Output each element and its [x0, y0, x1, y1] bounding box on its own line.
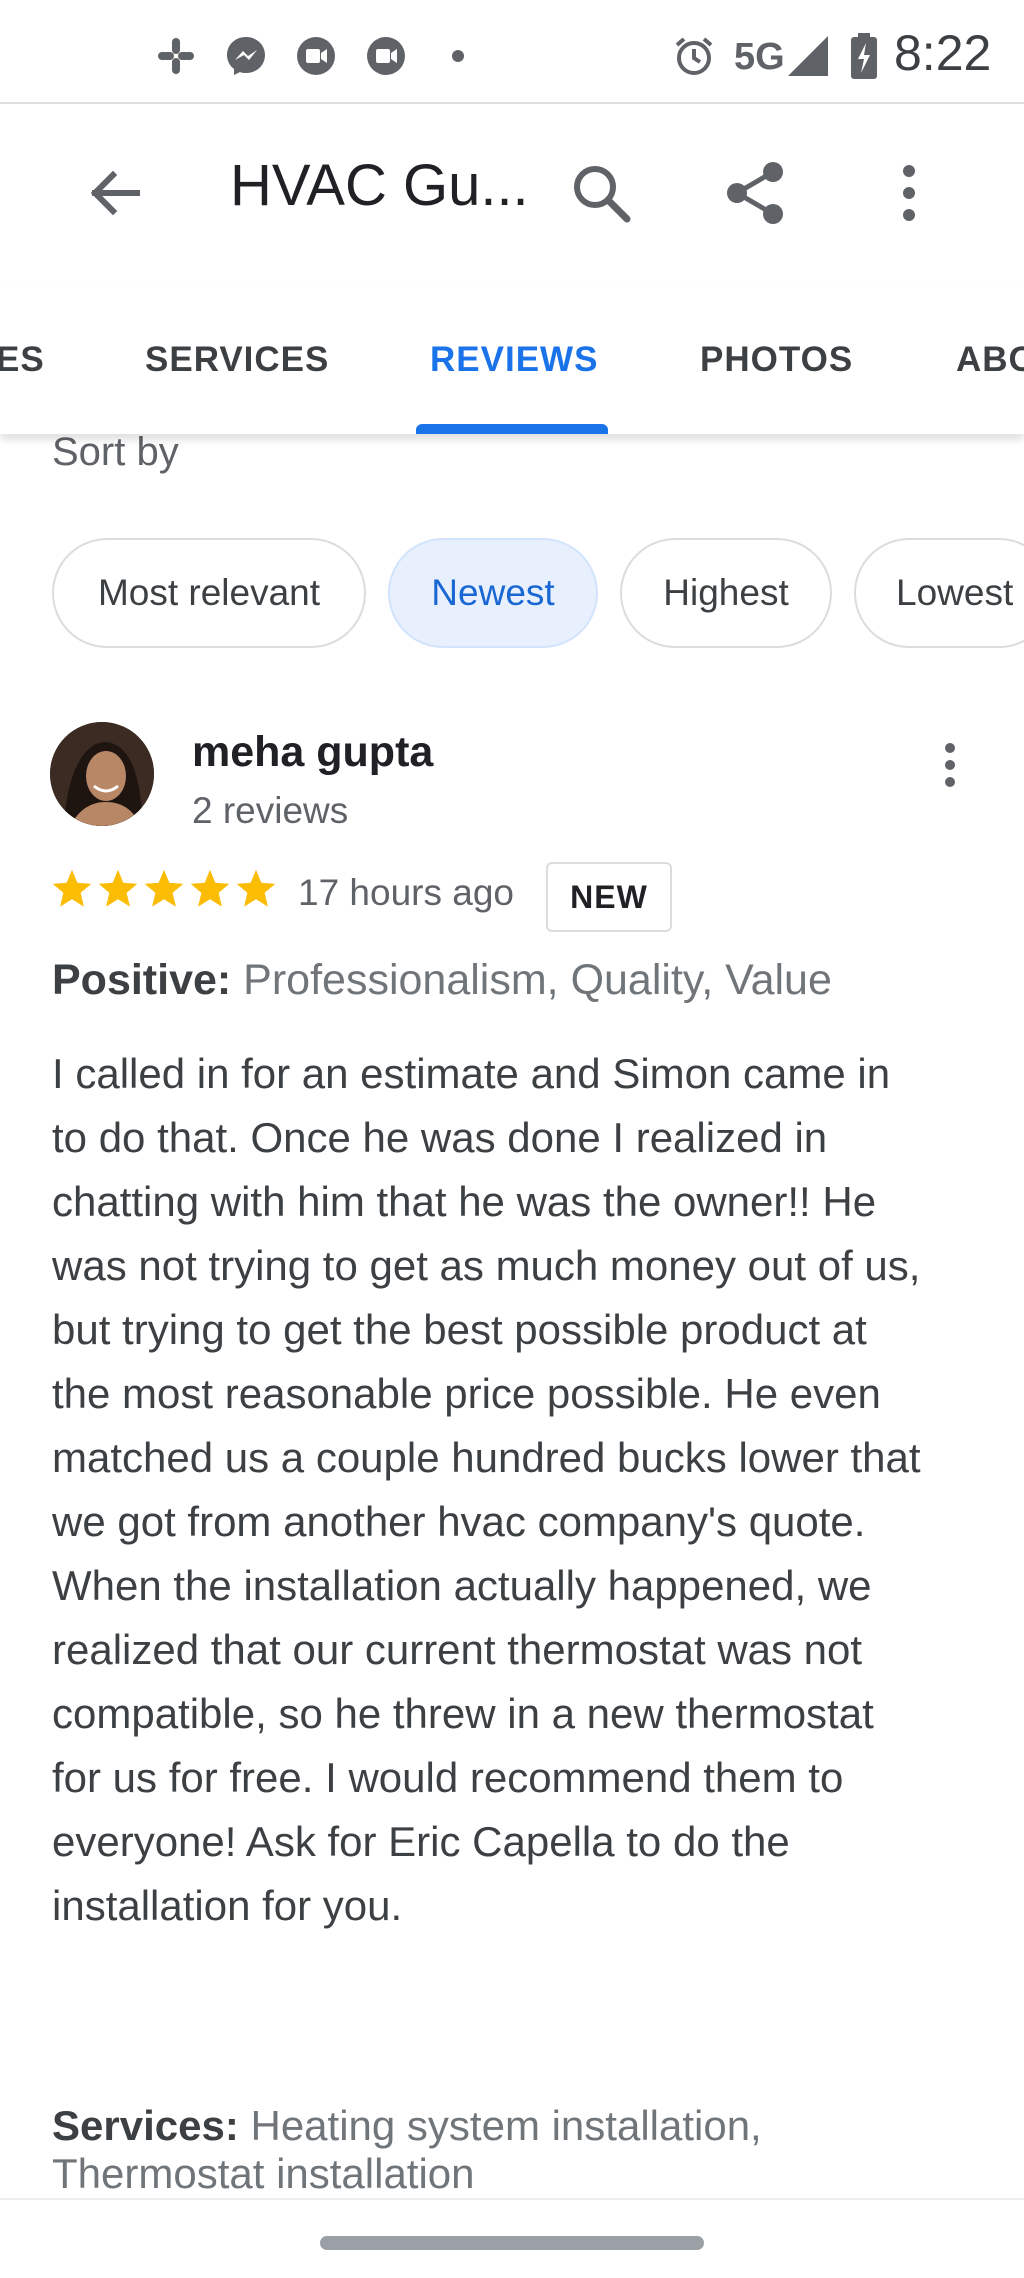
reviewer-review-count: 2 reviews — [192, 790, 349, 831]
home-gesture-handle[interactable] — [320, 2236, 704, 2250]
tab-reviews[interactable]: REVIEWS — [430, 340, 598, 380]
battery-charging-icon — [842, 33, 886, 79]
slack-icon — [154, 34, 198, 78]
star-icon — [144, 869, 184, 907]
positive-label: Positive: — [52, 956, 232, 1004]
sort-label: Sort by — [52, 430, 179, 474]
more-options-button[interactable] — [864, 148, 954, 238]
network-type: 5G — [734, 36, 785, 78]
search-button[interactable] — [556, 148, 646, 238]
tab-partial-left[interactable]: ES — [0, 340, 45, 380]
review-more-button[interactable] — [920, 730, 980, 800]
video-icon — [294, 34, 338, 78]
avatar[interactable] — [50, 722, 154, 826]
star-icon — [98, 869, 138, 907]
positive-attributes: Positive: Professionalism, Quality, Valu… — [52, 956, 832, 1005]
tab-about[interactable]: ABO — [956, 340, 1024, 380]
search-icon — [574, 166, 631, 223]
review-text: I called in for an estimate and Simon ca… — [52, 1050, 921, 1929]
positive-value: Professionalism, Quality, Value — [231, 956, 832, 1004]
tab-photos[interactable]: PHOTOS — [700, 340, 853, 380]
dot-icon — [436, 34, 480, 78]
sort-chip-newest[interactable]: Newest — [388, 538, 598, 648]
clock: 8:22 — [894, 25, 992, 81]
navigation-bar — [0, 2198, 1024, 2278]
active-tab-indicator — [416, 424, 608, 434]
services-label: Services: — [52, 2102, 239, 2149]
sort-chip-highest[interactable]: Highest — [620, 538, 832, 648]
star-rating — [50, 866, 278, 918]
app-bar: HVAC Gu... — [0, 102, 1024, 284]
services-line: Services: Heating system installation, T… — [52, 2102, 932, 2198]
more-vert-icon — [945, 743, 955, 787]
review-time: 17 hours ago — [298, 872, 515, 913]
tab-services[interactable]: SERVICES — [145, 340, 329, 380]
back-arrow-icon — [90, 170, 140, 216]
tab-bar: ES SERVICES REVIEWS PHOTOS ABO — [0, 282, 1024, 434]
messenger-icon — [224, 34, 268, 78]
sort-chip-most-relevant[interactable]: Most relevant — [52, 538, 366, 648]
star-icon — [190, 869, 230, 907]
page-title: HVAC Gu... — [230, 153, 529, 218]
star-icon — [52, 869, 92, 907]
share-icon — [727, 162, 783, 224]
signal-icon — [786, 34, 830, 78]
reviewer-name[interactable]: meha gupta — [192, 728, 433, 777]
status-bar: 5G 8:22 — [0, 0, 1024, 100]
alarm-icon — [672, 34, 716, 78]
star-icon — [236, 869, 276, 907]
more-vert-icon — [903, 165, 915, 221]
sort-chip-lowest[interactable]: Lowest — [854, 538, 1024, 648]
back-button[interactable] — [70, 148, 160, 238]
new-badge: NEW — [546, 862, 672, 932]
share-button[interactable] — [710, 148, 800, 238]
video-icon — [364, 34, 408, 78]
